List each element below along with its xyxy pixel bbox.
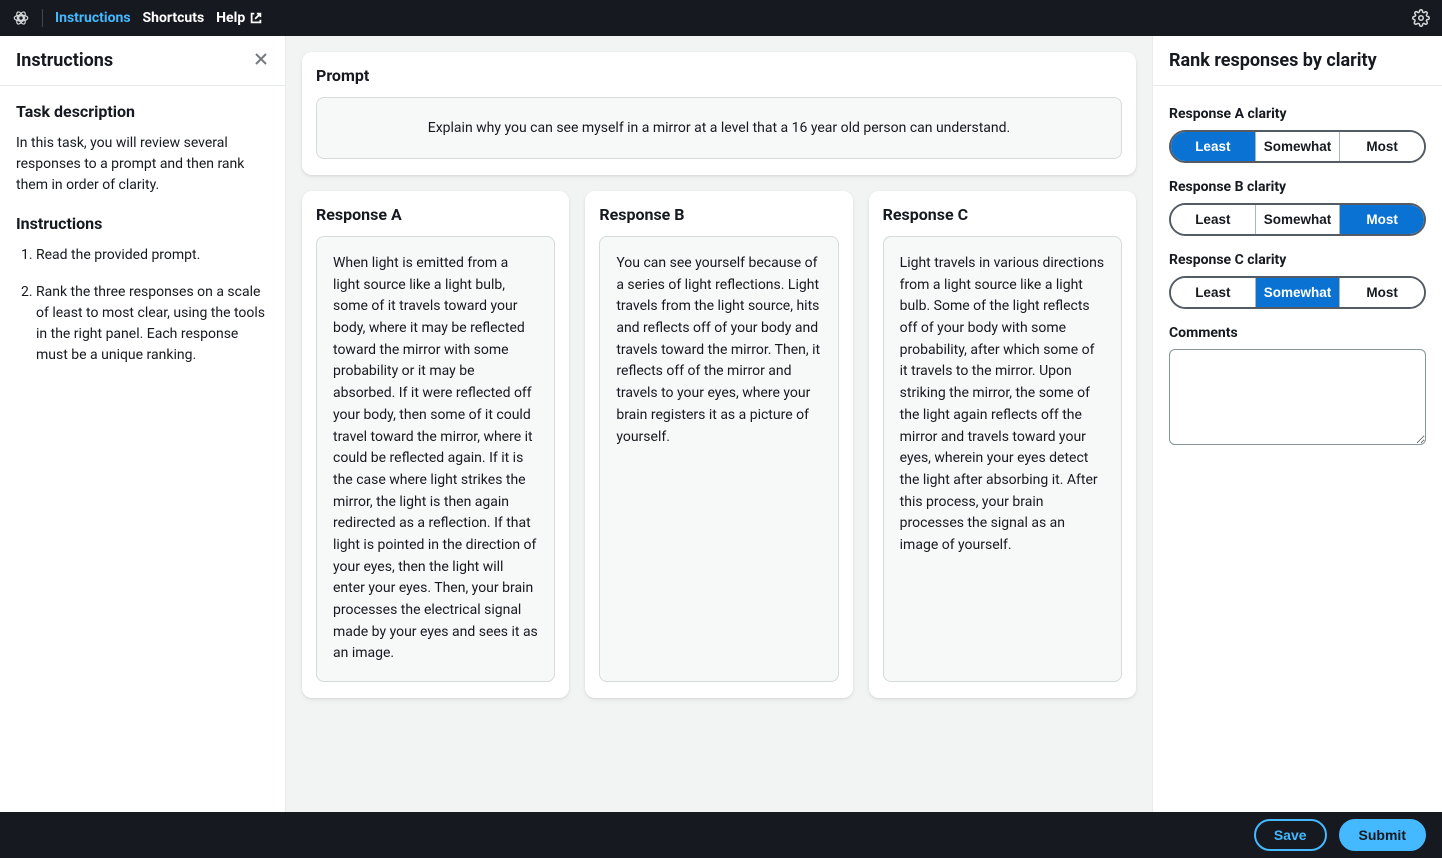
- instruction-step: Read the provided prompt.: [36, 245, 269, 266]
- bottombar: Save Submit: [0, 812, 1442, 858]
- instruction-step: Rank the three responses on a scale of l…: [36, 282, 269, 366]
- ranking-body: Response A clarity Least Somewhat Most R…: [1153, 86, 1442, 465]
- nav-shortcuts[interactable]: Shortcuts: [143, 10, 205, 26]
- task-description-heading: Task description: [16, 102, 269, 121]
- close-instructions-button[interactable]: [253, 51, 269, 71]
- main-row: Instructions Task description In this ta…: [0, 36, 1442, 812]
- response-c-somewhat-button[interactable]: Somewhat: [1256, 278, 1341, 307]
- instructions-panel: Instructions Task description In this ta…: [0, 36, 286, 812]
- response-b-most-button[interactable]: Most: [1340, 205, 1424, 234]
- response-a-clarity-selector: Least Somewhat Most: [1169, 130, 1426, 163]
- response-c-most-button[interactable]: Most: [1340, 278, 1424, 307]
- response-b-text: You can see yourself because of a series…: [599, 236, 838, 682]
- nav-help[interactable]: Help: [216, 10, 263, 26]
- submit-button[interactable]: Submit: [1339, 819, 1426, 851]
- app-logo-icon: [12, 9, 30, 27]
- response-c-text: Light travels in various directions from…: [883, 236, 1122, 682]
- topbar: Instructions Shortcuts Help: [0, 0, 1442, 36]
- response-b-label: Response B: [599, 205, 838, 224]
- response-a-somewhat-button[interactable]: Somewhat: [1256, 132, 1341, 161]
- response-b-somewhat-button[interactable]: Somewhat: [1256, 205, 1341, 234]
- task-description-text: In this task, you will review several re…: [16, 133, 269, 196]
- instructions-title: Instructions: [16, 50, 113, 71]
- settings-button[interactable]: [1412, 9, 1430, 27]
- content-panel: Prompt Explain why you can see myself in…: [286, 36, 1152, 812]
- instructions-heading: Instructions: [16, 214, 269, 233]
- response-b-least-button[interactable]: Least: [1171, 205, 1256, 234]
- response-c-label: Response C: [883, 205, 1122, 224]
- response-a-least-button[interactable]: Least: [1171, 132, 1256, 161]
- responses-row: Response A When light is emitted from a …: [302, 191, 1136, 698]
- comments-label: Comments: [1169, 325, 1426, 341]
- response-a-clarity-label: Response A clarity: [1169, 106, 1426, 122]
- response-a-text: When light is emitted from a light sourc…: [316, 236, 555, 682]
- save-button[interactable]: Save: [1254, 819, 1327, 851]
- response-b-card: Response B You can see yourself because …: [585, 191, 852, 698]
- response-b-clarity-label: Response B clarity: [1169, 179, 1426, 195]
- instructions-header: Instructions: [0, 36, 285, 86]
- close-icon: [253, 51, 269, 67]
- response-c-least-button[interactable]: Least: [1171, 278, 1256, 307]
- response-a-most-button[interactable]: Most: [1340, 132, 1424, 161]
- response-c-clarity-selector: Least Somewhat Most: [1169, 276, 1426, 309]
- nav-instructions[interactable]: Instructions: [55, 10, 131, 26]
- topbar-divider: [42, 9, 43, 27]
- response-c-clarity-label: Response C clarity: [1169, 252, 1426, 268]
- external-link-icon: [249, 11, 263, 25]
- instructions-body: Task description In this task, you will …: [0, 86, 285, 398]
- gear-icon: [1412, 9, 1430, 27]
- nav-help-label: Help: [216, 10, 245, 26]
- comments-input[interactable]: [1169, 349, 1426, 445]
- ranking-panel: Rank responses by clarity Response A cla…: [1152, 36, 1442, 812]
- response-a-label: Response A: [316, 205, 555, 224]
- prompt-text: Explain why you can see myself in a mirr…: [316, 97, 1122, 159]
- response-a-card: Response A When light is emitted from a …: [302, 191, 569, 698]
- response-c-card: Response C Light travels in various dire…: [869, 191, 1136, 698]
- instructions-list: Read the provided prompt. Rank the three…: [16, 245, 269, 366]
- prompt-card: Prompt Explain why you can see myself in…: [302, 52, 1136, 175]
- ranking-header: Rank responses by clarity: [1153, 36, 1442, 86]
- prompt-label: Prompt: [316, 66, 1122, 85]
- response-b-clarity-selector: Least Somewhat Most: [1169, 203, 1426, 236]
- ranking-title: Rank responses by clarity: [1169, 50, 1426, 71]
